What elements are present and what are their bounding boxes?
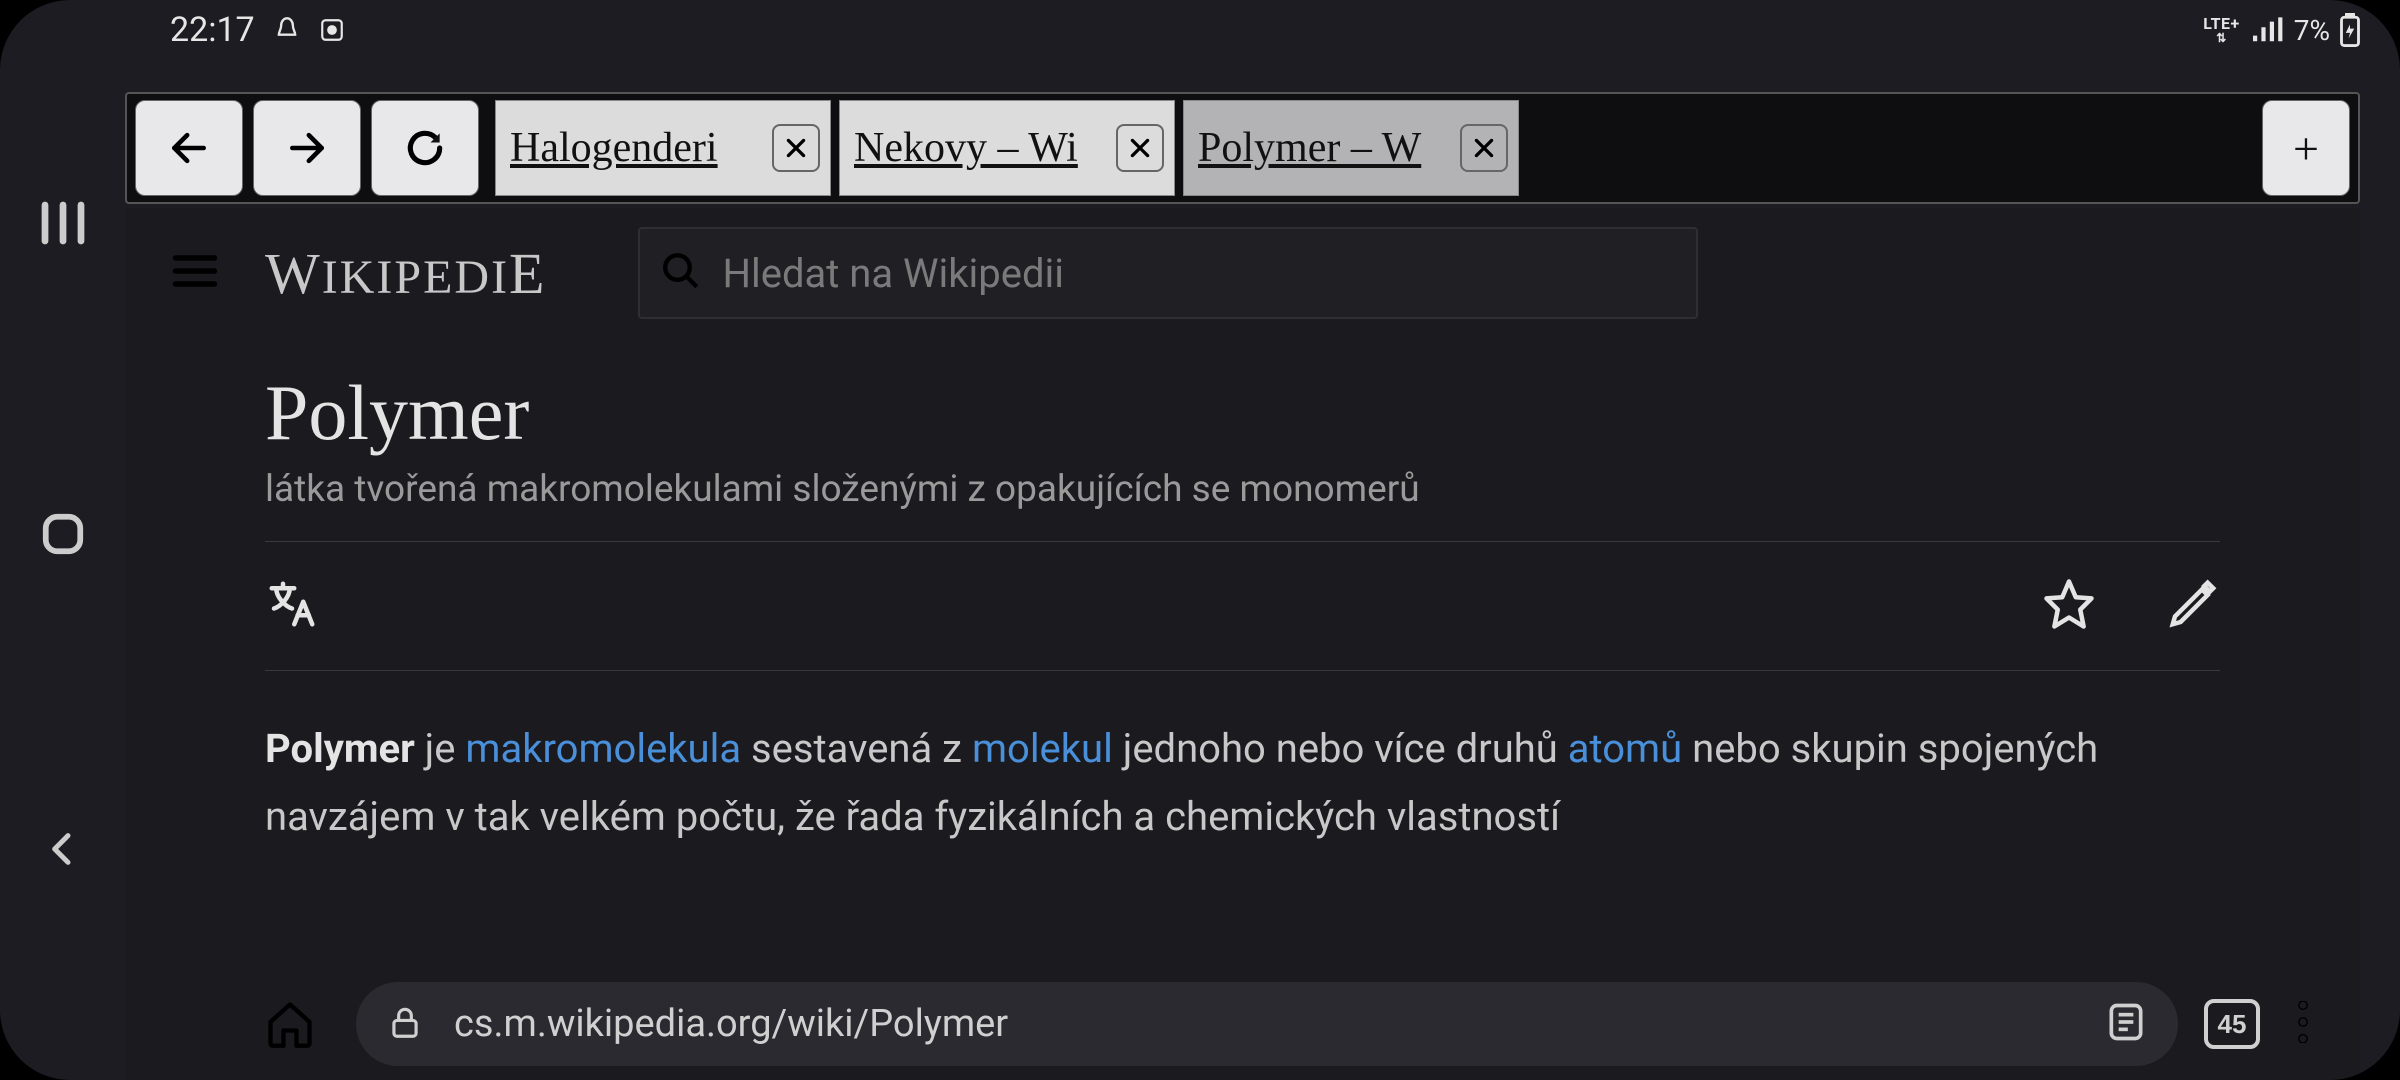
browser-menu-button[interactable] <box>2286 1001 2320 1048</box>
site-header: WIKIPEDIE <box>125 208 2360 338</box>
tab-close-button[interactable] <box>772 124 820 172</box>
tab-halogenderi[interactable]: Halogenderi <box>495 100 831 196</box>
tab-title: Polymer – W <box>1198 124 1450 172</box>
lock-icon <box>386 1001 424 1048</box>
tab-close-button[interactable] <box>1460 124 1508 172</box>
site-logo[interactable]: WIKIPEDIE <box>265 240 546 307</box>
status-icon-dnd <box>273 16 301 44</box>
search-input[interactable] <box>722 250 1676 297</box>
article-actions <box>265 541 2220 671</box>
article-subtitle: látka tvořená makromolekulami složenými … <box>265 468 2220 511</box>
body-bold: Polymer <box>265 725 415 772</box>
page-content: WIKIPEDIE Polymer látka tvořená makromol… <box>125 208 2360 1080</box>
status-time: 22:17 <box>170 10 255 50</box>
status-icon-app <box>319 17 345 43</box>
menu-button[interactable] <box>159 235 231 312</box>
tab-nekovy[interactable]: Nekovy – Wi <box>839 100 1175 196</box>
browser-back-button[interactable] <box>135 100 243 196</box>
browser-bottom-bar: cs.m.wikipedia.org/wiki/Polymer 45 <box>250 974 2320 1074</box>
tab-title: Halogenderi <box>510 124 762 172</box>
reader-mode-button[interactable] <box>2104 1000 2148 1049</box>
home-button[interactable] <box>40 511 86 562</box>
article: Polymer látka tvořená makromolekulami sl… <box>125 338 2360 851</box>
browser-home-button[interactable] <box>250 998 330 1050</box>
search-box[interactable] <box>638 227 1698 319</box>
address-bar[interactable]: cs.m.wikipedia.org/wiki/Polymer <box>356 982 2178 1066</box>
url-text: cs.m.wikipedia.org/wiki/Polymer <box>454 1002 2074 1046</box>
browser-tab-bar: Halogenderi Nekovy – Wi Polymer – W <box>125 92 2360 204</box>
watchlist-star-button[interactable] <box>2042 577 2096 636</box>
back-button-system[interactable] <box>43 822 83 881</box>
browser-reload-button[interactable] <box>371 100 479 196</box>
signal-icon <box>2250 16 2284 44</box>
tab-polymer[interactable]: Polymer – W <box>1183 100 1519 196</box>
link-molekul[interactable]: molekul <box>972 725 1113 772</box>
language-button[interactable] <box>265 577 319 636</box>
status-network-label: LTE+ ⇅ <box>2203 16 2240 44</box>
battery-charging-icon <box>2340 13 2360 47</box>
tab-title: Nekovy – Wi <box>854 124 1106 172</box>
system-nav-rail <box>0 0 125 1080</box>
recent-apps-button[interactable] <box>36 200 90 251</box>
edit-button[interactable] <box>2166 577 2220 636</box>
article-title: Polymer <box>265 368 2220 458</box>
link-makromolekula[interactable]: makromolekula <box>465 725 741 772</box>
browser-forward-button[interactable] <box>253 100 361 196</box>
status-bar: 22:17 LTE+ ⇅ 7% <box>0 0 2400 60</box>
status-battery-pct: 7% <box>2294 14 2330 47</box>
tab-count-button[interactable]: 45 <box>2204 999 2260 1049</box>
new-tab-button[interactable]: + <box>2262 100 2350 196</box>
tab-close-button[interactable] <box>1116 124 1164 172</box>
search-icon <box>660 250 702 297</box>
link-atomu[interactable]: atomů <box>1568 725 1682 772</box>
article-body: Polymer je makromolekula sestavená z mol… <box>265 671 2220 851</box>
